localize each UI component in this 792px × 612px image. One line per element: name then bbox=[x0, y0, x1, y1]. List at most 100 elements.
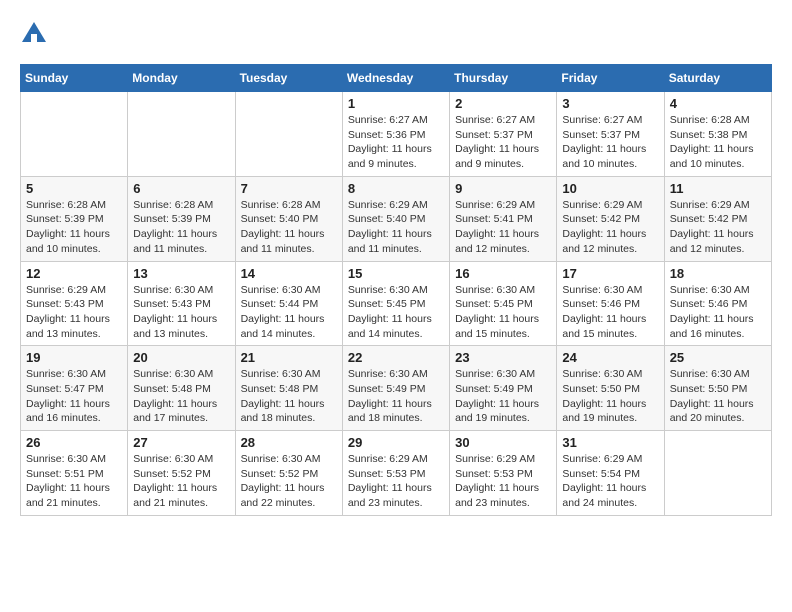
page-header bbox=[20, 20, 772, 48]
calendar-cell: 19 Sunrise: 6:30 AM Sunset: 5:47 PM Dayli… bbox=[21, 346, 128, 431]
header-cell-friday: Friday bbox=[557, 65, 664, 92]
day-number: 30 bbox=[455, 435, 551, 450]
day-number: 26 bbox=[26, 435, 122, 450]
day-info: Sunrise: 6:30 AM Sunset: 5:48 PM Dayligh… bbox=[133, 367, 229, 426]
calendar-cell: 7 Sunrise: 6:28 AM Sunset: 5:40 PM Daylig… bbox=[235, 176, 342, 261]
day-number: 14 bbox=[241, 266, 337, 281]
day-number: 27 bbox=[133, 435, 229, 450]
day-number: 5 bbox=[26, 181, 122, 196]
day-number: 20 bbox=[133, 350, 229, 365]
header-cell-thursday: Thursday bbox=[450, 65, 557, 92]
day-info: Sunrise: 6:27 AM Sunset: 5:36 PM Dayligh… bbox=[348, 113, 444, 172]
calendar-cell: 5 Sunrise: 6:28 AM Sunset: 5:39 PM Daylig… bbox=[21, 176, 128, 261]
week-row-4: 26 Sunrise: 6:30 AM Sunset: 5:51 PM Dayli… bbox=[21, 431, 772, 516]
calendar-cell: 26 Sunrise: 6:30 AM Sunset: 5:51 PM Dayli… bbox=[21, 431, 128, 516]
day-number: 1 bbox=[348, 96, 444, 111]
day-info: Sunrise: 6:30 AM Sunset: 5:45 PM Dayligh… bbox=[348, 283, 444, 342]
day-info: Sunrise: 6:29 AM Sunset: 5:54 PM Dayligh… bbox=[562, 452, 658, 511]
day-info: Sunrise: 6:30 AM Sunset: 5:44 PM Dayligh… bbox=[241, 283, 337, 342]
day-info: Sunrise: 6:30 AM Sunset: 5:46 PM Dayligh… bbox=[670, 283, 766, 342]
calendar-cell: 1 Sunrise: 6:27 AM Sunset: 5:36 PM Daylig… bbox=[342, 92, 449, 177]
day-info: Sunrise: 6:30 AM Sunset: 5:52 PM Dayligh… bbox=[241, 452, 337, 511]
calendar-cell: 4 Sunrise: 6:28 AM Sunset: 5:38 PM Daylig… bbox=[664, 92, 771, 177]
header-cell-tuesday: Tuesday bbox=[235, 65, 342, 92]
day-info: Sunrise: 6:30 AM Sunset: 5:48 PM Dayligh… bbox=[241, 367, 337, 426]
day-info: Sunrise: 6:29 AM Sunset: 5:43 PM Dayligh… bbox=[26, 283, 122, 342]
day-info: Sunrise: 6:30 AM Sunset: 5:50 PM Dayligh… bbox=[562, 367, 658, 426]
day-number: 18 bbox=[670, 266, 766, 281]
week-row-1: 5 Sunrise: 6:28 AM Sunset: 5:39 PM Daylig… bbox=[21, 176, 772, 261]
calendar-cell: 29 Sunrise: 6:29 AM Sunset: 5:53 PM Dayli… bbox=[342, 431, 449, 516]
day-info: Sunrise: 6:30 AM Sunset: 5:45 PM Dayligh… bbox=[455, 283, 551, 342]
calendar-cell: 13Sunrise: 6:30 AM Sunset: 5:43 PM Dayli… bbox=[128, 261, 235, 346]
day-number: 23 bbox=[455, 350, 551, 365]
calendar-cell: 25 Sunrise: 6:30 AM Sunset: 5:50 PM Dayli… bbox=[664, 346, 771, 431]
calendar-cell bbox=[128, 92, 235, 177]
day-number: 6 bbox=[133, 181, 229, 196]
header-row: SundayMondayTuesdayWednesdayThursdayFrid… bbox=[21, 65, 772, 92]
calendar-cell: 23 Sunrise: 6:30 AM Sunset: 5:49 PM Dayli… bbox=[450, 346, 557, 431]
calendar-cell: 30Sunrise: 6:29 AM Sunset: 5:53 PM Dayli… bbox=[450, 431, 557, 516]
day-info: Sunrise: 6:30 AM Sunset: 5:49 PM Dayligh… bbox=[348, 367, 444, 426]
calendar-cell bbox=[235, 92, 342, 177]
day-number: 29 bbox=[348, 435, 444, 450]
calendar-cell: 17Sunrise: 6:30 AM Sunset: 5:46 PM Dayli… bbox=[557, 261, 664, 346]
day-number: 25 bbox=[670, 350, 766, 365]
day-info: Sunrise: 6:30 AM Sunset: 5:50 PM Dayligh… bbox=[670, 367, 766, 426]
day-number: 15 bbox=[348, 266, 444, 281]
day-info: Sunrise: 6:29 AM Sunset: 5:42 PM Dayligh… bbox=[670, 198, 766, 257]
calendar-body: 1 Sunrise: 6:27 AM Sunset: 5:36 PM Daylig… bbox=[21, 92, 772, 516]
calendar-cell: 18 Sunrise: 6:30 AM Sunset: 5:46 PM Dayli… bbox=[664, 261, 771, 346]
day-number: 4 bbox=[670, 96, 766, 111]
day-number: 21 bbox=[241, 350, 337, 365]
calendar-cell: 22 Sunrise: 6:30 AM Sunset: 5:49 PM Dayli… bbox=[342, 346, 449, 431]
calendar-cell bbox=[664, 431, 771, 516]
calendar-cell: 3Sunrise: 6:27 AM Sunset: 5:37 PM Daylig… bbox=[557, 92, 664, 177]
calendar-cell: 27 Sunrise: 6:30 AM Sunset: 5:52 PM Dayli… bbox=[128, 431, 235, 516]
calendar-cell: 24 Sunrise: 6:30 AM Sunset: 5:50 PM Dayli… bbox=[557, 346, 664, 431]
day-info: Sunrise: 6:28 AM Sunset: 5:39 PM Dayligh… bbox=[133, 198, 229, 257]
calendar-table: SundayMondayTuesdayWednesdayThursdayFrid… bbox=[20, 64, 772, 516]
week-row-0: 1 Sunrise: 6:27 AM Sunset: 5:36 PM Daylig… bbox=[21, 92, 772, 177]
day-number: 10 bbox=[562, 181, 658, 196]
day-info: Sunrise: 6:30 AM Sunset: 5:51 PM Dayligh… bbox=[26, 452, 122, 511]
week-row-3: 19 Sunrise: 6:30 AM Sunset: 5:47 PM Dayli… bbox=[21, 346, 772, 431]
header-cell-saturday: Saturday bbox=[664, 65, 771, 92]
week-row-2: 12 Sunrise: 6:29 AM Sunset: 5:43 PM Dayli… bbox=[21, 261, 772, 346]
calendar-cell: 14 Sunrise: 6:30 AM Sunset: 5:44 PM Dayli… bbox=[235, 261, 342, 346]
day-number: 24 bbox=[562, 350, 658, 365]
calendar-cell: 6 Sunrise: 6:28 AM Sunset: 5:39 PM Daylig… bbox=[128, 176, 235, 261]
day-info: Sunrise: 6:28 AM Sunset: 5:40 PM Dayligh… bbox=[241, 198, 337, 257]
day-info: Sunrise: 6:29 AM Sunset: 5:42 PM Dayligh… bbox=[562, 198, 658, 257]
calendar-cell bbox=[21, 92, 128, 177]
calendar-cell: 21 Sunrise: 6:30 AM Sunset: 5:48 PM Dayli… bbox=[235, 346, 342, 431]
day-number: 17 bbox=[562, 266, 658, 281]
day-number: 22 bbox=[348, 350, 444, 365]
day-info: Sunrise: 6:29 AM Sunset: 5:53 PM Dayligh… bbox=[348, 452, 444, 511]
calendar-header: SundayMondayTuesdayWednesdayThursdayFrid… bbox=[21, 65, 772, 92]
calendar-cell: 15 Sunrise: 6:30 AM Sunset: 5:45 PM Dayli… bbox=[342, 261, 449, 346]
calendar-cell: 11Sunrise: 6:29 AM Sunset: 5:42 PM Dayli… bbox=[664, 176, 771, 261]
day-number: 16 bbox=[455, 266, 551, 281]
day-number: 31 bbox=[562, 435, 658, 450]
calendar-cell: 31 Sunrise: 6:29 AM Sunset: 5:54 PM Dayli… bbox=[557, 431, 664, 516]
day-info: Sunrise: 6:28 AM Sunset: 5:39 PM Dayligh… bbox=[26, 198, 122, 257]
day-info: Sunrise: 6:28 AM Sunset: 5:38 PM Dayligh… bbox=[670, 113, 766, 172]
day-number: 19 bbox=[26, 350, 122, 365]
calendar-cell: 10 Sunrise: 6:29 AM Sunset: 5:42 PM Dayli… bbox=[557, 176, 664, 261]
logo bbox=[20, 20, 52, 48]
day-info: Sunrise: 6:29 AM Sunset: 5:41 PM Dayligh… bbox=[455, 198, 551, 257]
calendar-cell: 12 Sunrise: 6:29 AM Sunset: 5:43 PM Dayli… bbox=[21, 261, 128, 346]
day-number: 8 bbox=[348, 181, 444, 196]
day-info: Sunrise: 6:30 AM Sunset: 5:43 PM Dayligh… bbox=[133, 283, 229, 342]
day-info: Sunrise: 6:30 AM Sunset: 5:47 PM Dayligh… bbox=[26, 367, 122, 426]
day-number: 7 bbox=[241, 181, 337, 196]
calendar-cell: 2Sunrise: 6:27 AM Sunset: 5:37 PM Daylig… bbox=[450, 92, 557, 177]
calendar-cell: 16 Sunrise: 6:30 AM Sunset: 5:45 PM Dayli… bbox=[450, 261, 557, 346]
day-number: 12 bbox=[26, 266, 122, 281]
calendar-cell: 20 Sunrise: 6:30 AM Sunset: 5:48 PM Dayli… bbox=[128, 346, 235, 431]
day-number: 2 bbox=[455, 96, 551, 111]
header-cell-wednesday: Wednesday bbox=[342, 65, 449, 92]
day-info: Sunrise: 6:30 AM Sunset: 5:52 PM Dayligh… bbox=[133, 452, 229, 511]
day-info: Sunrise: 6:30 AM Sunset: 5:49 PM Dayligh… bbox=[455, 367, 551, 426]
